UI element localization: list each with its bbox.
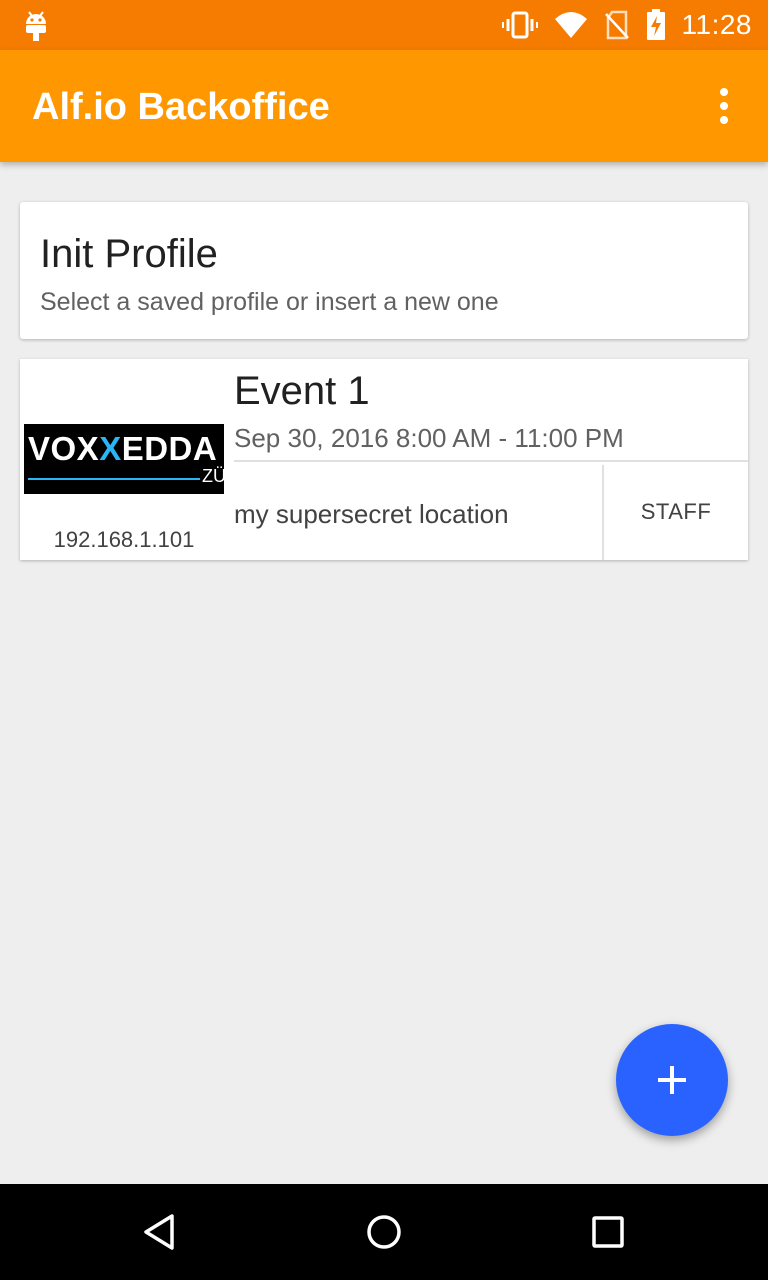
event-location: my supersecret location [234,499,509,529]
add-button[interactable] [616,1024,728,1136]
staff-button[interactable]: STAFF [604,463,748,560]
status-bar: 11:28 [0,0,768,50]
vibrate-icon [501,11,538,39]
app-title: Alf.io Backoffice [32,86,330,128]
battery-charging-icon [646,9,665,40]
overflow-menu-icon[interactable] [704,86,744,126]
home-icon [367,1215,401,1249]
back-button[interactable] [134,1206,186,1258]
screen: 11:28 Alf.io Backoffice Init Profile Sel… [0,0,768,1280]
home-button[interactable] [358,1206,410,1258]
divider [234,460,748,462]
event-logo-text: VOXXEDDA [28,430,218,467]
android-icon [26,11,46,41]
app-bar: Alf.io Backoffice [0,50,768,162]
event-logo-city: ZÜ [202,466,224,486]
event-date: Sep 30, 2016 8:00 AM - 11:00 PM [234,423,624,453]
event-name: Event 1 [234,369,370,413]
back-icon [144,1214,174,1250]
navigation-bar [0,1184,768,1280]
recents-icon [592,1216,624,1248]
no-sim-icon [604,10,629,40]
event-card[interactable]: VOXXEDDA ZÜ 192.168.1.101 Event 1 Sep 30… [20,359,748,560]
card-subtitle: Select a saved profile or insert a new o… [40,288,499,316]
status-time: 11:28 [681,9,752,40]
recents-button[interactable] [582,1206,634,1258]
event-logo: VOXXEDDA ZÜ [24,424,224,494]
init-profile-card: Init Profile Select a saved profile or i… [20,202,748,339]
card-title: Init Profile [40,232,218,276]
wifi-icon [554,12,587,38]
server-ip: 192.168.1.101 [53,527,195,552]
add-icon [658,1066,686,1094]
